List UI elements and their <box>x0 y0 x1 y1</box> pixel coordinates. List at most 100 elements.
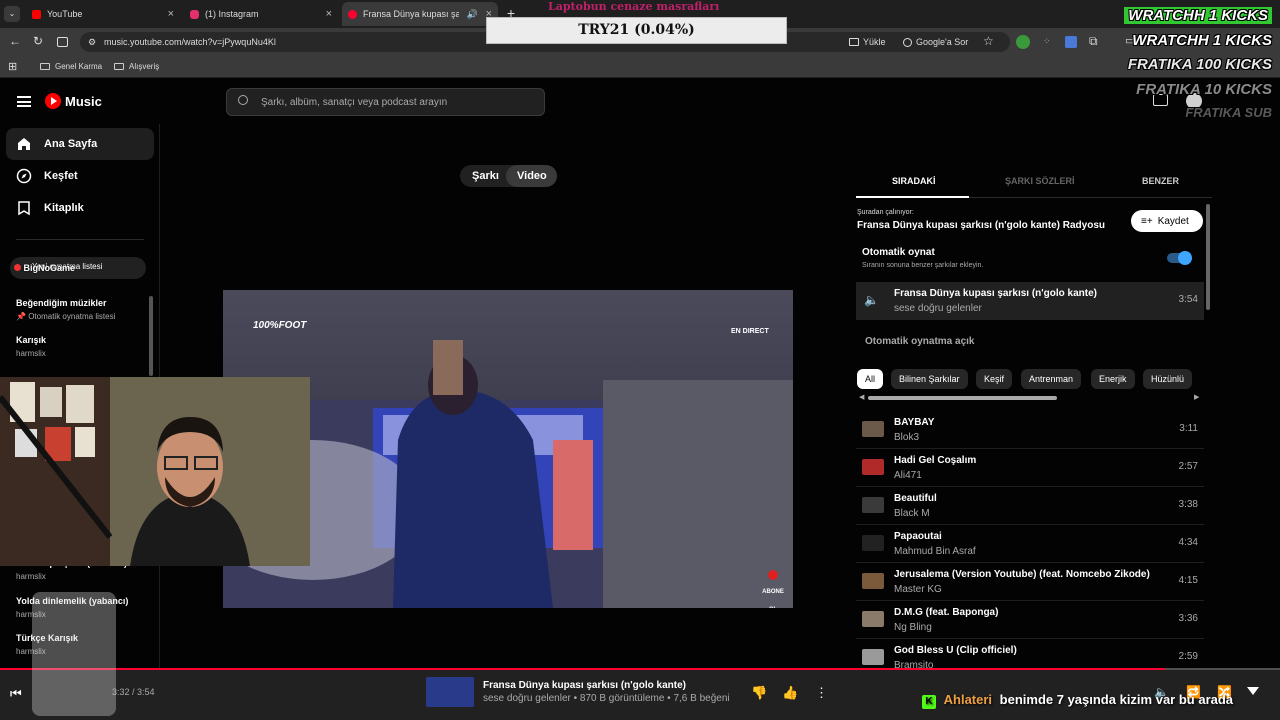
tab-related[interactable]: BENZER <box>1142 176 1179 186</box>
jar-overlay <box>32 592 116 716</box>
chip-known-songs[interactable]: Bilinen Şarkılar <box>891 369 968 389</box>
autoplay-toggle[interactable] <box>1167 251 1192 265</box>
extension-dots-icon[interactable]: ⁘ <box>1043 36 1051 47</box>
queue-item-title: Papaoutai <box>894 531 942 542</box>
save-label: Kaydet <box>1157 215 1189 227</box>
player-thumbnail[interactable] <box>426 677 474 707</box>
sidebar-scrollbar[interactable] <box>149 296 153 376</box>
extension-green-icon[interactable] <box>1016 35 1030 49</box>
close-icon[interactable]: × <box>326 8 332 20</box>
donation-goal-overlay: Laptobun cenaze masrafları TRY21 (0.04%) <box>486 0 787 44</box>
player-title[interactable]: Fransa Dünya kupası şarkısı (n'golo kant… <box>483 680 686 691</box>
kick-alert: FRATIKA 10 KICKS <box>1136 81 1272 98</box>
chip-energetic[interactable]: Enerjik <box>1091 369 1135 389</box>
playlist-item[interactable]: Beğendiğim müzikler 📌 Otomatik oynatma l… <box>0 298 145 328</box>
ytmusic-header: Music Şarkı, albüm, sanatçı veya podcast… <box>0 80 1280 124</box>
search-input[interactable]: Şarkı, albüm, sanatçı veya podcast arayı… <box>226 88 545 116</box>
tab-up-next[interactable]: SIRADAKİ <box>892 176 936 186</box>
streamer-name: BigNoGame <box>23 263 76 273</box>
dislike-icon[interactable]: 👎 <box>751 685 767 701</box>
chip-discover[interactable]: Keşif <box>976 369 1013 389</box>
time-display: 3:32 / 3:54 <box>112 687 155 697</box>
tab-list-button[interactable]: ⌄ <box>4 6 20 22</box>
previous-icon[interactable]: ⏮ <box>10 686 22 702</box>
like-icon[interactable]: 👍 <box>782 685 798 701</box>
chat-username: Ahlateri <box>943 692 993 707</box>
library-icon <box>16 200 32 216</box>
tab-label: Fransa Dünya kupası şarkısı <box>363 9 459 19</box>
queue-item[interactable]: Hadi Gel Coşalım Ali471 2:57 <box>856 449 1204 487</box>
chip-scrollbar[interactable] <box>868 396 1057 400</box>
channel-logo-text: 100%FOOT <box>253 320 307 331</box>
kick-alert: FRATIKA SUB <box>1185 105 1272 120</box>
split-view-icon[interactable] <box>57 37 68 47</box>
playlist-title: Karışık <box>16 335 47 345</box>
chip-workout[interactable]: Antrenman <box>1021 369 1082 389</box>
upload-button[interactable]: Yükle <box>849 33 886 51</box>
reload-icon[interactable]: ↻ <box>33 34 43 48</box>
folder-icon <box>40 63 50 70</box>
queue-item[interactable]: Papaoutai Mahmud Bin Asraf 4:34 <box>856 525 1204 563</box>
queue-item[interactable]: Jerusalema (Version Youtube) (feat. Nomc… <box>856 563 1204 601</box>
chip-scroll-left-icon[interactable]: ◀ <box>859 393 864 401</box>
ask-google-button[interactable]: Google'a Sor <box>903 33 968 51</box>
bookmark-star-icon[interactable]: ☆ <box>983 34 994 48</box>
queue-item-title: BAYBAY <box>894 417 935 428</box>
expand-player-icon[interactable] <box>1247 687 1259 695</box>
save-button[interactable]: ≡+ Kaydet <box>1131 210 1203 232</box>
queue-item[interactable]: Beautiful Black M 3:38 <box>856 487 1204 525</box>
upload-icon <box>849 38 859 46</box>
speaker-icon[interactable]: 🔊 <box>467 9 478 20</box>
queue-item-title: D.M.G (feat. Baponga) <box>894 607 999 618</box>
subscribe-badge[interactable]: ABONE OL <box>758 570 788 608</box>
extensions-puzzle-icon[interactable]: ⧉ <box>1089 34 1098 49</box>
back-icon[interactable]: ← <box>9 34 21 48</box>
chip-scroll-right-icon[interactable]: ▶ <box>1194 393 1199 401</box>
streamer-name-overlay: BigNoGame <box>14 263 75 273</box>
queue-item-artist: Master KG <box>894 584 942 595</box>
tab-youtube[interactable]: YouTube × <box>26 4 180 24</box>
current-track-duration: 3:54 <box>1178 294 1198 305</box>
queue-item-artist: Ali471 <box>894 470 922 481</box>
tab-label: (1) Instagram <box>205 9 259 19</box>
donation-amount: TRY21 (0.04%) <box>578 22 695 38</box>
current-track-row[interactable]: 🔈 Fransa Dünya kupası şarkısı (n'golo ka… <box>856 282 1204 320</box>
bookmark-folder-genel-karma[interactable]: Genel Karma <box>40 62 102 71</box>
hamburger-menu-icon[interactable] <box>17 96 31 107</box>
tab-instagram[interactable]: (1) Instagram × <box>184 4 338 24</box>
webcam-overlay <box>0 377 310 566</box>
site-info-icon[interactable]: ⚙ <box>88 37 96 48</box>
sidebar-item-explore[interactable]: Keşfet <box>6 160 154 192</box>
tab-lyrics[interactable]: ŞARKI SÖZLERİ <box>1005 176 1075 186</box>
queue-item[interactable]: BAYBAY Blok3 3:11 <box>856 411 1204 449</box>
more-options-icon[interactable]: ⋮ <box>815 685 828 701</box>
tab-ytmusic[interactable]: Fransa Dünya kupası şarkısı 🔊 × <box>342 2 498 26</box>
queue-item[interactable]: D.M.G (feat. Baponga) Ng Bling 3:36 <box>856 601 1204 639</box>
queue-item-duration: 2:57 <box>1178 461 1198 472</box>
playlist-item[interactable]: Karışık harmslix <box>0 335 145 365</box>
sidebar-item-label: Kitaplık <box>44 202 84 214</box>
url-text: music.youtube.com/watch?v=jPywquNu4Kl <box>104 37 276 47</box>
chip-sad[interactable]: Hüzünlü <box>1143 369 1193 389</box>
webcam-image <box>0 377 310 566</box>
song-tab[interactable]: Şarkı <box>472 170 499 182</box>
youtube-favicon-icon <box>32 9 41 19</box>
sidebar-item-label: Keşfet <box>44 170 78 182</box>
ytmusic-logo[interactable]: Music <box>45 93 102 109</box>
bookmark-folder-alisveris[interactable]: Alışveriş <box>114 62 159 71</box>
playlist-sub: 📌 Otomatik oynatma listesi <box>16 312 116 321</box>
chip-all[interactable]: All <box>857 369 884 389</box>
translate-icon[interactable] <box>1065 36 1077 48</box>
google-lens-icon <box>903 37 912 47</box>
queue-item-title: Beautiful <box>894 493 937 504</box>
video-tab[interactable]: Video <box>517 170 547 182</box>
queue-item-thumbnail <box>862 573 884 589</box>
queue-item-thumbnail <box>862 535 884 551</box>
queue-scrollbar[interactable] <box>1206 204 1210 310</box>
playlist-sub: harmslix <box>16 572 46 581</box>
sidebar-item-library[interactable]: Kitaplık <box>6 192 154 224</box>
donation-bar: TRY21 (0.04%) <box>486 17 787 44</box>
apps-grid-icon[interactable]: ⊞ <box>8 60 17 73</box>
sidebar-item-home[interactable]: Ana Sayfa <box>6 128 154 160</box>
close-icon[interactable]: × <box>168 8 174 20</box>
